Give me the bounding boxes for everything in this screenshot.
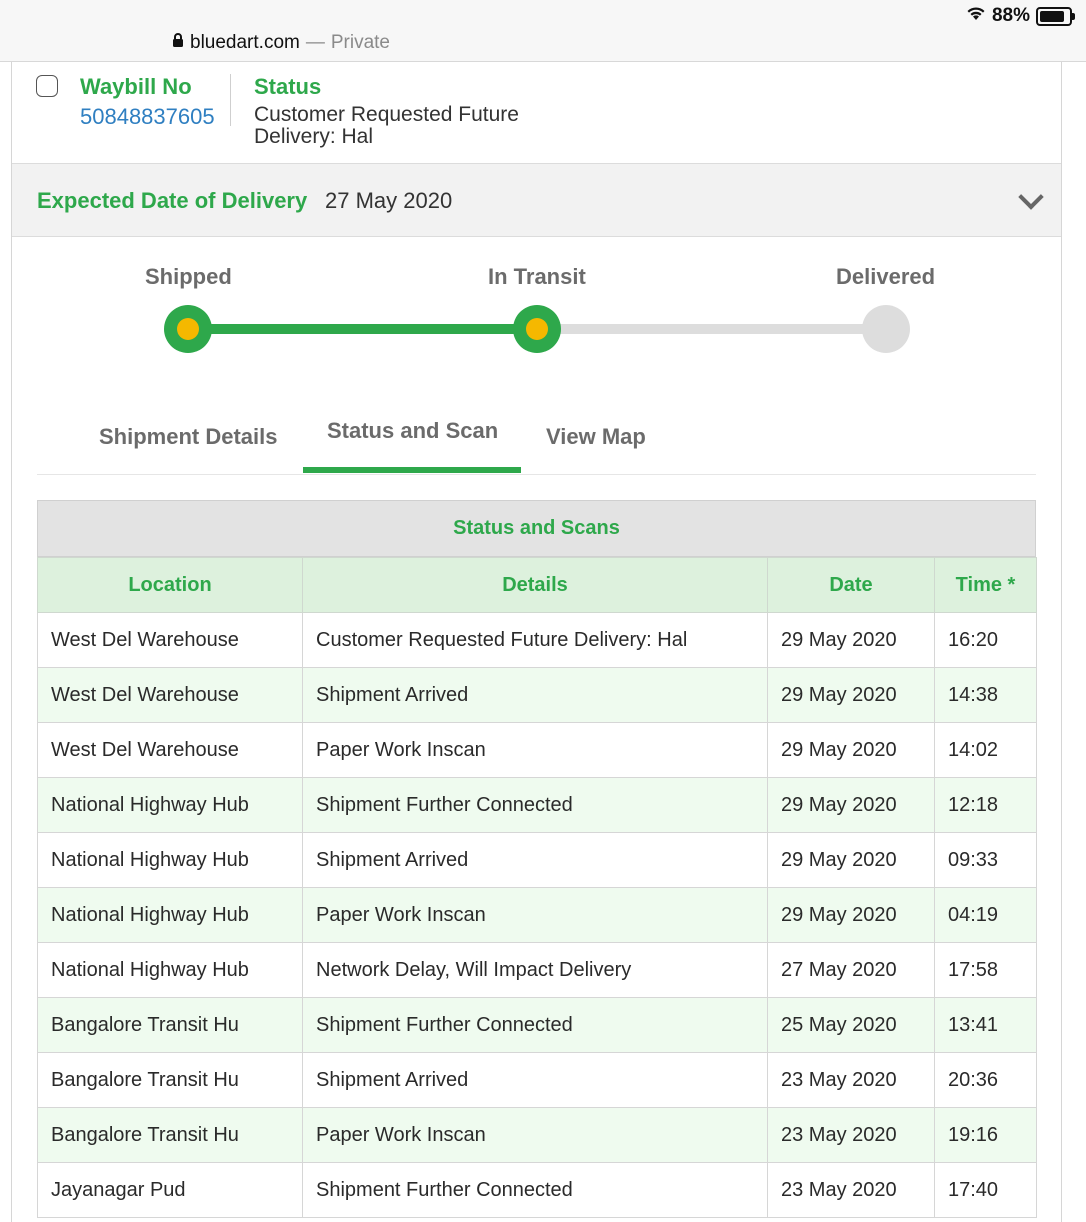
table-row: National Highway Hub Shipment Further Con… [37,777,1037,833]
cell-time: 12:18 [934,777,1037,833]
battery-icon [1036,6,1075,26]
table-row: West Del Warehouse Customer Requested Fut… [37,612,1037,668]
cell-location: Bangalore Transit Hu [37,1052,303,1108]
expected-delivery-date: 27 May 2020 [325,188,453,213]
private-mode-label: Private [330,32,390,53]
address-domain: bluedart.com [190,32,300,53]
scans-table: Location Details Date Time * West Del Wa… [37,557,1037,1218]
wifi-icon [966,5,986,27]
status-label: Status [254,74,322,99]
cell-time: 17:58 [934,942,1037,998]
tab-view-map[interactable]: View Map [546,424,646,450]
step-node-shipped [164,305,212,353]
tabs-divider [37,474,1036,475]
cell-time: 20:36 [934,1052,1037,1108]
lock-icon [172,32,184,54]
cell-location: National Highway Hub [37,777,303,833]
step-label-delivered: Delivered [836,264,936,289]
header-divider [230,74,231,126]
waybill-number[interactable]: 50848837605 [80,104,215,130]
cell-location: Jayanagar Pud [37,1162,303,1218]
cell-time: 14:02 [934,722,1037,778]
cell-details: Customer Requested Future Delivery: Hal [302,612,768,668]
address-bar[interactable]: bluedart.com — Private [172,31,390,55]
cell-details: Shipment Further Connected [302,777,768,833]
cell-time: 17:40 [934,1162,1037,1218]
table-row: Bangalore Transit Hu Shipment Further Con… [37,997,1037,1053]
cell-details: Shipment Further Connected [302,997,768,1053]
browser-top-bar: 88% bluedart.com — Private [0,0,1086,62]
cell-date: 25 May 2020 [767,997,935,1053]
cell-time: 09:33 [934,832,1037,888]
table-row: West Del Warehouse Shipment Arrived 29 May… [37,667,1037,723]
cell-details: Shipment Arrived [302,1052,768,1108]
cell-location: Bangalore Transit Hu [37,1107,303,1163]
cell-date: 29 May 2020 [767,887,935,943]
cell-time: 14:38 [934,667,1037,723]
device-status: 88% [966,5,1075,27]
scans-table-title: Status and Scans [37,500,1036,557]
battery-percent: 88% [991,5,1030,26]
cell-date: 23 May 2020 [767,1162,935,1218]
cell-time: 16:20 [934,612,1037,668]
cell-date: 29 May 2020 [767,667,935,723]
cell-location: National Highway Hub [37,942,303,998]
waybill-label: Waybill No [80,74,192,99]
table-row: West Del Warehouse Paper Work Inscan 29 Ma… [37,722,1037,778]
column-header-details: Details [302,557,768,613]
cell-time: 13:41 [934,997,1037,1053]
active-tab-indicator [303,467,521,473]
scans-table-header: Location Details Date Time * [37,557,1037,613]
cell-date: 29 May 2020 [767,832,935,888]
step-label-shipped: Shipped [145,264,232,289]
table-row: National Highway Hub Network Delay, Will … [37,942,1037,998]
cell-location: West Del Warehouse [37,612,303,668]
expected-delivery-label: Expected Date of Delivery [37,188,308,213]
table-row: National Highway Hub Shipment Arrived 29 M… [37,832,1037,888]
step-node-delivered [862,305,910,353]
column-header-date: Date [767,557,935,613]
table-row: Bangalore Transit Hu Paper Work Inscan 23 … [37,1107,1037,1163]
cell-date: 27 May 2020 [767,942,935,998]
cell-date: 29 May 2020 [767,777,935,833]
chevron-down-icon[interactable] [1018,184,1044,210]
cell-details: Shipment Arrived [302,667,768,723]
shipment-card: Waybill No 50848837605 Status Customer R… [11,62,1062,1222]
cell-location: West Del Warehouse [37,667,303,723]
tab-status-and-scan[interactable]: Status and Scan [327,418,498,444]
status-value: Customer Requested Future Delivery: Hal [254,103,519,148]
column-header-location: Location [37,557,303,613]
table-row: Bangalore Transit Hu Shipment Arrived 23 M… [37,1052,1037,1108]
shipment-select-checkbox[interactable] [36,75,58,97]
cell-location: National Highway Hub [37,887,303,943]
table-row: Jayanagar Pud Shipment Further Connected 2… [37,1162,1037,1218]
cell-details: Paper Work Inscan [302,1107,768,1163]
cell-details: Paper Work Inscan [302,887,768,943]
cell-date: 29 May 2020 [767,722,935,778]
column-header-time: Time * [934,557,1037,613]
cell-date: 23 May 2020 [767,1107,935,1163]
cell-time: 19:16 [934,1107,1037,1163]
cell-time: 04:19 [934,887,1037,943]
step-node-in-transit [513,305,561,353]
progress-track-fill [188,324,537,334]
address-separator: — [305,32,325,53]
table-row: National Highway Hub Paper Work Inscan 29 … [37,887,1037,943]
cell-details: Network Delay, Will Impact Delivery [302,942,768,998]
cell-location: Bangalore Transit Hu [37,997,303,1053]
cell-details: Paper Work Inscan [302,722,768,778]
cell-date: 23 May 2020 [767,1052,935,1108]
tab-shipment-details[interactable]: Shipment Details [99,424,277,450]
cell-location: National Highway Hub [37,832,303,888]
cell-location: West Del Warehouse [37,722,303,778]
cell-details: Shipment Further Connected [302,1162,768,1218]
cell-date: 29 May 2020 [767,612,935,668]
expected-delivery-bar[interactable]: Expected Date of Delivery 27 May 2020 [12,163,1061,237]
cell-details: Shipment Arrived [302,832,768,888]
step-label-in-transit: In Transit [488,264,586,289]
